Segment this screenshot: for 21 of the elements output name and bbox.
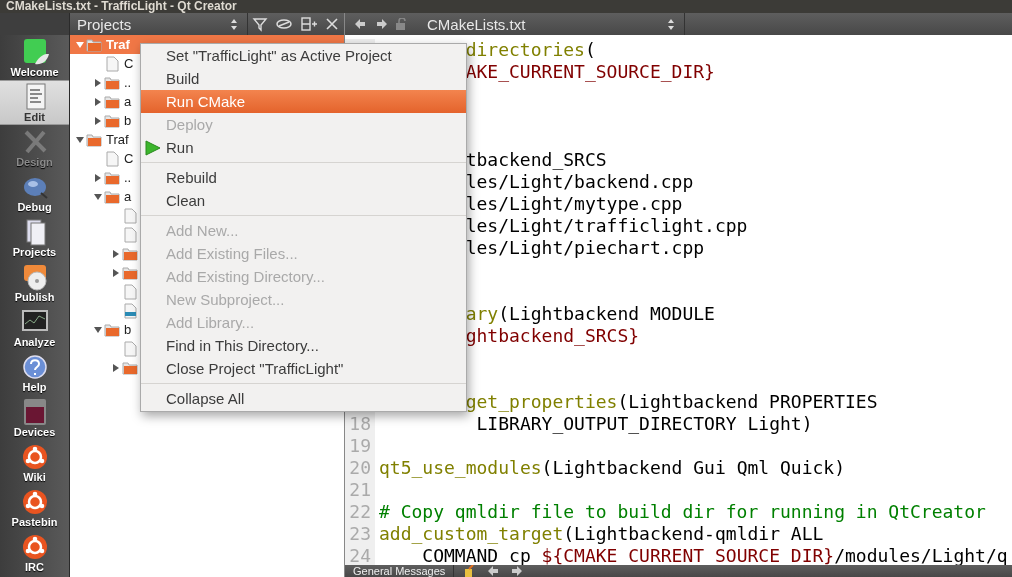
line-number: 19 — [345, 435, 375, 457]
line-number: 23 — [345, 523, 375, 545]
code-line: les/Light/backend.cpp — [464, 171, 694, 193]
code-line: LIBRARY_OUTPUT_DIRECTORY Light) — [475, 413, 813, 435]
line-number: 22 — [345, 501, 375, 523]
code-line: les/Light/trafficlight.cpp — [464, 215, 748, 237]
code-line: tbackend_SRCS — [464, 149, 607, 171]
line-number: 18 — [345, 413, 375, 435]
code-line: ghtbackend_SRCS} — [464, 325, 640, 347]
code-line: # Copy qmldir file to build dir for running in QtCreator — [378, 501, 986, 523]
code-line: get_properties(Lightbackend PROPERTIES — [464, 391, 878, 413]
line-number: 21 — [345, 479, 375, 501]
code-line: les/Light/piechart.cpp — [464, 237, 705, 259]
code-line: qt5_use_modules(Lightbackend Gui Qml Quick) — [378, 457, 845, 479]
code-line: ary(Lightbackend MODULE — [464, 303, 715, 325]
window-title: CMakeLists.txt - TrafficLight - Qt Creator — [5, 0, 238, 13]
line-number: 20 — [345, 457, 375, 479]
code-line: add_custom_target(Lightbackend-qmldir ALL — [378, 523, 824, 545]
code-line: AKE_CURRENT_SOURCE_DIR} — [464, 61, 715, 83]
code-line: les/Light/mytype.cpp — [464, 193, 683, 215]
line-number: 24 — [345, 545, 375, 565]
